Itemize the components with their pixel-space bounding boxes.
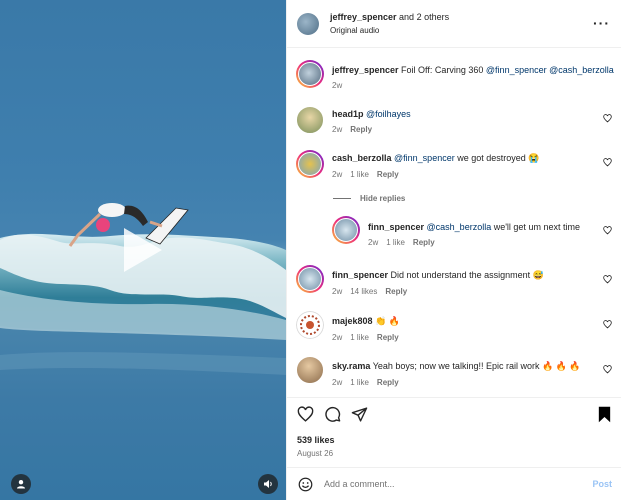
- list-item: majek808 👏 🔥 2w 1 like Reply: [287, 311, 621, 345]
- caption-text: Foil Off: Carving 360: [398, 65, 486, 75]
- comment-age: 2w: [332, 287, 343, 296]
- list-item: head1p @foilhayes 2w Reply: [287, 106, 621, 140]
- avatar[interactable]: [296, 265, 324, 293]
- like-heart-icon[interactable]: [603, 226, 612, 235]
- comment-likes[interactable]: 1 like: [350, 170, 369, 179]
- post-panel: jeffrey_spencer and 2 others Original au…: [286, 0, 621, 500]
- comment-likes[interactable]: 1 like: [350, 333, 369, 342]
- avatar[interactable]: [296, 106, 324, 134]
- comment-input[interactable]: [324, 476, 564, 492]
- comment-username[interactable]: sky.rama: [332, 361, 370, 371]
- add-comment-bar: Post: [287, 467, 621, 500]
- like-heart-icon[interactable]: [603, 320, 612, 329]
- comment-text: Did not understand the assignment 😅: [388, 270, 544, 280]
- comment-age: 2w: [332, 125, 343, 134]
- emoji-icon[interactable]: [298, 477, 313, 492]
- comment-text: we got destroyed 😭: [454, 153, 540, 163]
- caption-username[interactable]: jeffrey_spencer: [332, 65, 399, 75]
- comment-age: 2w: [368, 238, 379, 247]
- avatar[interactable]: [332, 216, 360, 244]
- like-count[interactable]: 539 likes: [297, 435, 335, 445]
- comment-text: we'll get um next time: [491, 222, 580, 232]
- reply-button[interactable]: Reply: [413, 238, 435, 247]
- reply-button[interactable]: Reply: [350, 125, 372, 134]
- reply-button[interactable]: Reply: [377, 378, 399, 387]
- sound-icon[interactable]: [258, 474, 278, 494]
- play-icon[interactable]: [124, 228, 162, 272]
- comment-age: 2w: [332, 333, 343, 342]
- save-bookmark-icon[interactable]: [597, 406, 612, 423]
- comment-likes[interactable]: 1 like: [350, 378, 369, 387]
- mention-link[interactable]: @finn_spencer: [486, 65, 547, 75]
- list-item: finn_spencer Did not understand the assi…: [287, 265, 621, 299]
- avatar[interactable]: [296, 356, 324, 384]
- comment-icon[interactable]: [324, 406, 341, 423]
- avatar[interactable]: [296, 311, 324, 339]
- comment-username[interactable]: finn_spencer: [368, 222, 424, 232]
- comment-text: 👏 🔥: [372, 316, 400, 326]
- comment-age: 2w: [332, 170, 343, 179]
- comment-username[interactable]: finn_spencer: [332, 270, 388, 280]
- comment-text: Yeah boys; now we talking!! Epic rail wo…: [370, 361, 581, 371]
- post-header: jeffrey_spencer and 2 others Original au…: [287, 0, 621, 48]
- mention-link[interactable]: @finn_spencer: [392, 153, 455, 163]
- post-date: August 26: [297, 449, 334, 458]
- audio-label[interactable]: Original audio: [330, 26, 379, 35]
- list-item: cash_berzolla @finn_spencer we got destr…: [287, 150, 621, 184]
- divider: [333, 198, 351, 200]
- like-heart-icon[interactable]: [603, 114, 612, 123]
- reply-button[interactable]: Reply: [377, 170, 399, 179]
- reply-button[interactable]: Reply: [377, 333, 399, 342]
- comment-username[interactable]: majek808: [332, 316, 373, 326]
- like-heart-icon[interactable]: [603, 275, 612, 284]
- caption: jeffrey_spencer Foil Off: Carving 360 @f…: [287, 60, 621, 94]
- list-item: finn_spencer @cash_berzolla we'll get um…: [287, 216, 621, 250]
- comment-username[interactable]: cash_berzolla: [332, 153, 392, 163]
- hide-replies-button[interactable]: Hide replies: [333, 194, 405, 203]
- share-icon[interactable]: [351, 406, 368, 423]
- video-player[interactable]: [0, 0, 286, 500]
- comment-age: 2w: [332, 378, 343, 387]
- post-button[interactable]: Post: [592, 479, 612, 489]
- comment-username[interactable]: head1p: [332, 109, 364, 119]
- post-authors[interactable]: jeffrey_spencer and 2 others: [330, 12, 449, 22]
- post-actions: 539 likes August 26: [287, 397, 621, 467]
- list-item: sky.rama Yeah boys; now we talking!! Epi…: [287, 356, 621, 390]
- mention-link[interactable]: @cash_berzolla: [547, 65, 614, 75]
- mention-link[interactable]: @foilhayes: [364, 109, 411, 119]
- reply-button[interactable]: Reply: [385, 287, 407, 296]
- avatar[interactable]: [296, 60, 324, 88]
- more-horizontal-icon[interactable]: ···: [593, 15, 610, 31]
- avatar[interactable]: [297, 13, 319, 35]
- comment-likes[interactable]: 14 likes: [350, 287, 377, 296]
- tagged-user-icon[interactable]: [11, 474, 31, 494]
- avatar[interactable]: [296, 150, 324, 178]
- like-heart-icon[interactable]: [297, 406, 314, 423]
- caption-age: 2w: [332, 81, 343, 90]
- comment-likes[interactable]: 1 like: [386, 238, 405, 247]
- like-heart-icon[interactable]: [603, 158, 612, 167]
- like-heart-icon[interactable]: [603, 365, 612, 374]
- mention-link[interactable]: @cash_berzolla: [424, 222, 492, 232]
